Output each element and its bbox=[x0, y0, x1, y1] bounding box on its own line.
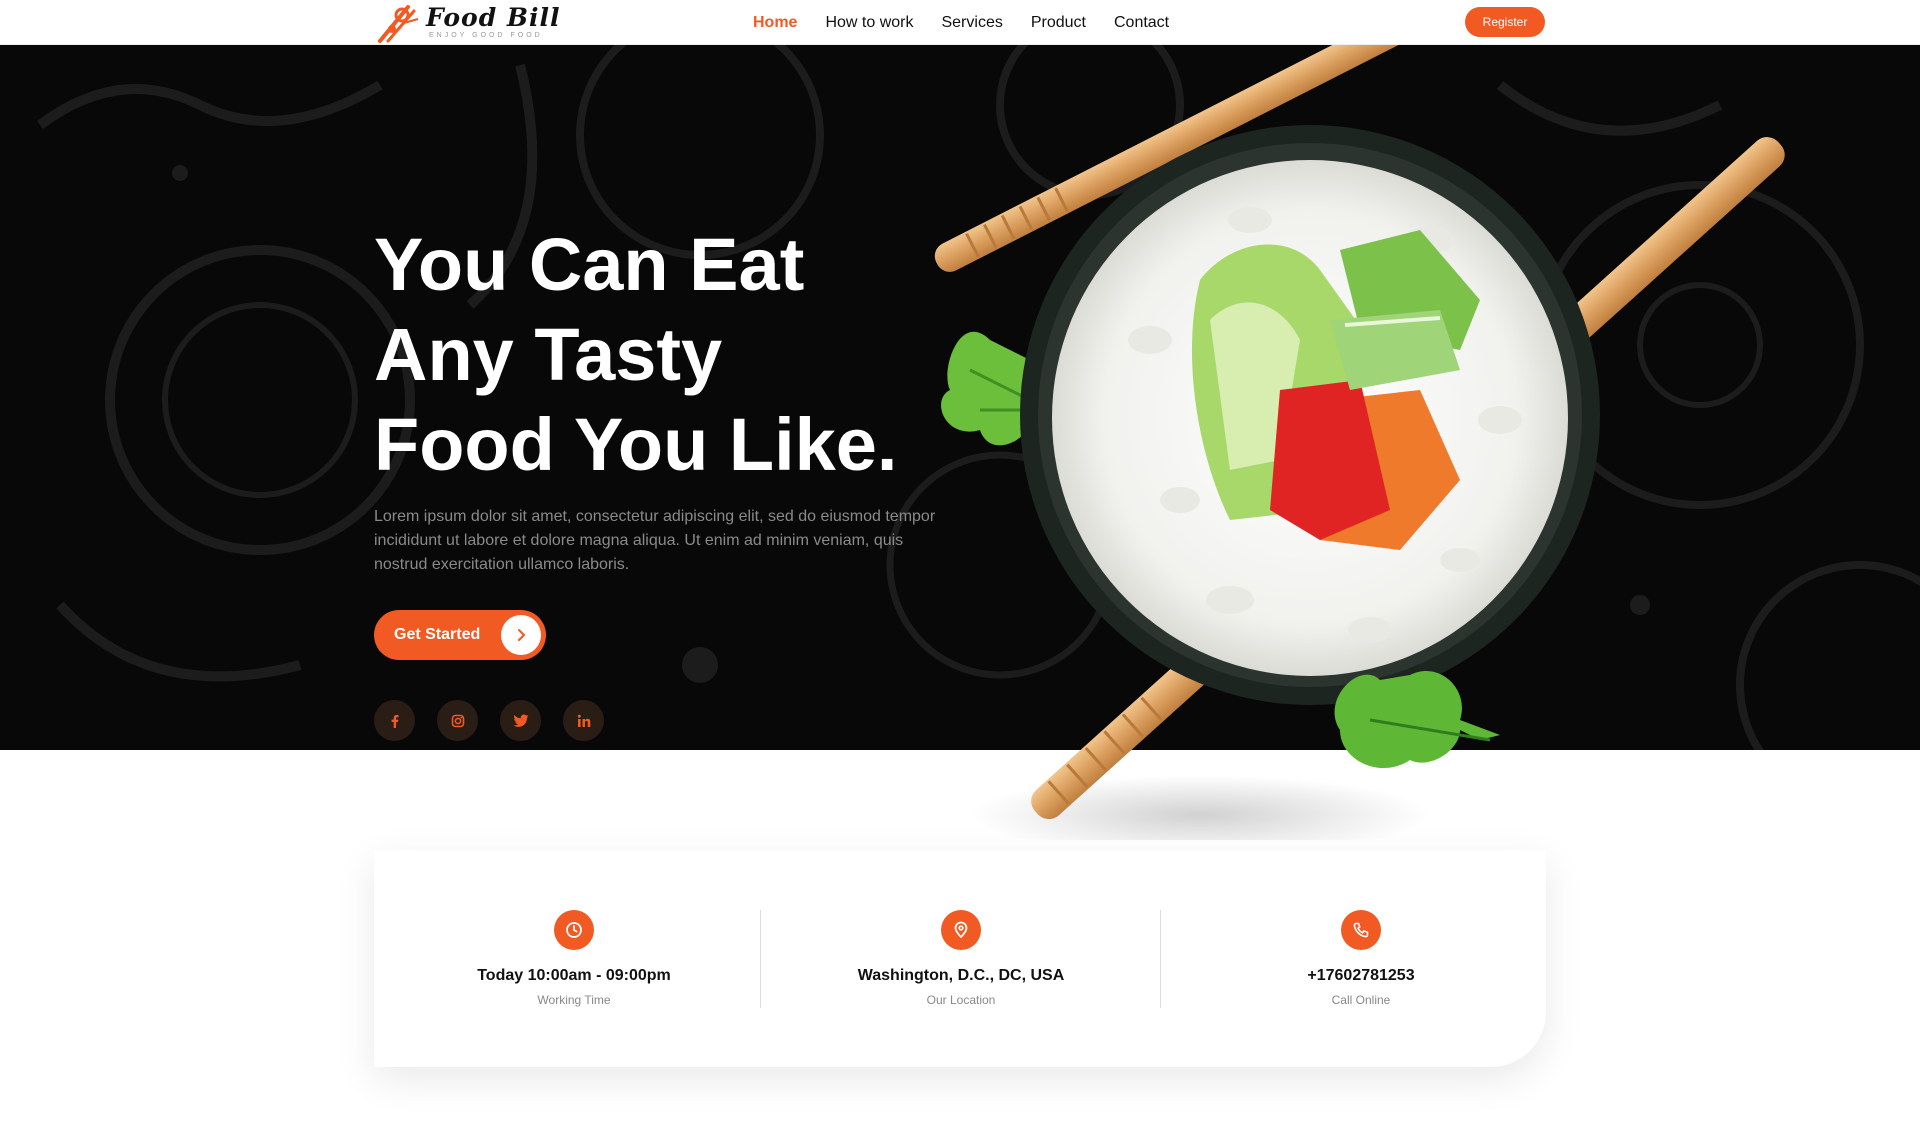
instagram-icon[interactable] bbox=[437, 700, 478, 741]
register-button[interactable]: Register bbox=[1465, 7, 1545, 37]
get-started-button[interactable]: Get Started bbox=[374, 610, 546, 660]
get-started-label: Get Started bbox=[394, 626, 481, 643]
location-label: Our Location bbox=[926, 993, 996, 1007]
info-item-location: Washington, D.C., DC, USA Our Location bbox=[761, 850, 1161, 1067]
linkedin-icon[interactable] bbox=[563, 700, 604, 741]
brand-tagline: ENJOY GOOD FOOD bbox=[429, 32, 543, 39]
facebook-icon[interactable] bbox=[374, 700, 415, 741]
phone-value[interactable]: +17602781253 bbox=[1161, 967, 1561, 985]
brand-logo[interactable]: Food Bill ENJOY GOOD FOOD bbox=[374, 0, 561, 45]
hero-title: You Can Eat Any Tasty Food You Like. bbox=[374, 220, 1074, 490]
working-time-value: Today 10:00am - 09:00pm bbox=[477, 967, 671, 984]
twitter-icon[interactable] bbox=[500, 700, 541, 741]
main-nav: Home How to work Services Product Contac… bbox=[753, 0, 1169, 45]
brand-name: Food Bill bbox=[426, 3, 561, 32]
nav-link-home[interactable]: Home bbox=[753, 14, 797, 32]
map-pin-icon bbox=[941, 910, 981, 950]
info-item-working-time: Today 10:00am - 09:00pm Working Time bbox=[374, 850, 774, 1067]
hero-title-line-3: Food You Like. bbox=[374, 403, 898, 486]
hero-section: You Can Eat Any Tasty Food You Like. Lor… bbox=[0, 45, 1920, 750]
phone-label: Call Online bbox=[1331, 993, 1391, 1007]
nav-link-services[interactable]: Services bbox=[941, 14, 1002, 32]
hero-title-line-1: You Can Eat bbox=[374, 223, 805, 306]
logo-utensils-icon bbox=[378, 4, 419, 43]
location-value: Washington, D.C., DC, USA bbox=[857, 967, 1065, 984]
hero-description: Lorem ipsum dolor sit amet, consectetur … bbox=[374, 508, 936, 573]
info-item-phone: +17602781253 Call Online bbox=[1161, 850, 1561, 1067]
clock-icon bbox=[554, 910, 594, 950]
working-time-label: Working Time bbox=[537, 993, 611, 1007]
nav-link-product[interactable]: Product bbox=[1031, 14, 1086, 32]
chevron-right-icon bbox=[501, 615, 541, 655]
nav-link-contact[interactable]: Contact bbox=[1114, 14, 1169, 32]
nav-link-how-to-work[interactable]: How to work bbox=[825, 14, 913, 32]
phone-icon bbox=[1341, 910, 1381, 950]
hero-title-line-2: Any Tasty bbox=[374, 313, 723, 396]
social-links bbox=[374, 700, 604, 741]
info-card: Today 10:00am - 09:00pm Working Time Was… bbox=[374, 850, 1546, 1067]
top-navbar: Food Bill ENJOY GOOD FOOD Home How to wo… bbox=[0, 0, 1920, 45]
